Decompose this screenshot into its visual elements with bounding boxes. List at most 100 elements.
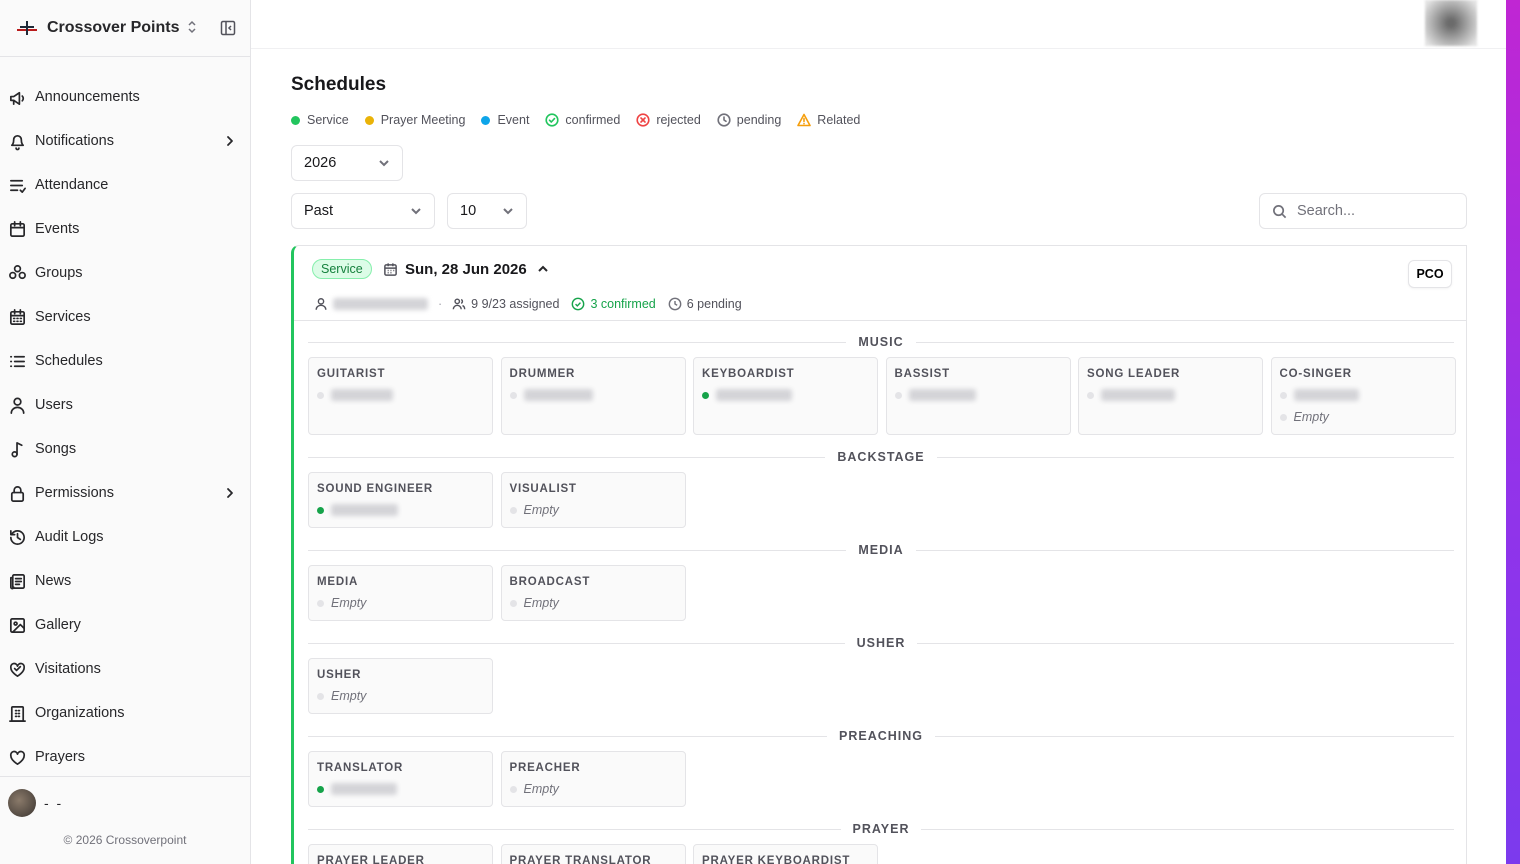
schedule-type-badge: Service bbox=[312, 259, 372, 279]
sidebar-item-organizations[interactable]: Organizations bbox=[0, 691, 250, 735]
assignee-name bbox=[523, 389, 593, 401]
sidebar-item-permissions[interactable]: Permissions bbox=[0, 471, 250, 515]
heart-handshake-icon bbox=[9, 662, 26, 677]
role-title: PREACHER bbox=[509, 762, 581, 774]
sidebar-item-label: Audit Logs bbox=[35, 529, 104, 545]
role-slot-pending[interactable] bbox=[509, 388, 677, 402]
calendar-days-icon bbox=[9, 308, 26, 325]
schedule-leader bbox=[333, 298, 428, 310]
slot-empty-label: Empty bbox=[523, 503, 559, 517]
user-icon bbox=[315, 298, 327, 310]
list-check-icon bbox=[9, 179, 26, 193]
role-card-keyboardist[interactable]: KEYBOARDIST bbox=[693, 357, 878, 435]
status-dot bbox=[1087, 391, 1094, 399]
role-slot-pending[interactable] bbox=[1087, 388, 1254, 402]
per-page-select[interactable]: 10 bbox=[447, 193, 527, 229]
sidebar-item-schedules[interactable]: Schedules bbox=[0, 339, 250, 383]
sidebar-item-gallery[interactable]: Gallery bbox=[0, 603, 250, 647]
role-card-song-leader[interactable]: SONG LEADER bbox=[1078, 357, 1263, 435]
sidebar-item-notifications[interactable]: Notifications bbox=[0, 119, 250, 163]
bell-icon bbox=[10, 134, 25, 150]
section-title: PRAYER bbox=[852, 822, 910, 836]
slot-empty-label: Empty bbox=[1293, 410, 1329, 424]
user-menu[interactable]: - - bbox=[0, 777, 250, 829]
role-card-preacher[interactable]: PREACHER Empty bbox=[500, 751, 686, 807]
sidebar-item-label: Attendance bbox=[35, 177, 109, 193]
status-dot bbox=[509, 506, 517, 514]
role-title: BROADCAST bbox=[509, 576, 591, 588]
sidebar-item-label: Schedules bbox=[35, 353, 103, 369]
sidebar-item-label: Announcements bbox=[35, 89, 140, 105]
role-card-co-singer[interactable]: CO-SINGER Empty bbox=[1270, 357, 1456, 435]
slot-empty-label: Empty bbox=[523, 782, 559, 796]
sidebar: Crossover Points Announcements Notificati… bbox=[0, 0, 251, 864]
profile-avatar[interactable] bbox=[1425, 0, 1477, 46]
role-card-bassist[interactable]: BASSIST bbox=[885, 357, 1071, 435]
sidebar-item-announcements[interactable]: Announcements bbox=[0, 75, 250, 119]
period-select[interactable]: Past bbox=[291, 193, 435, 229]
lock-icon bbox=[10, 485, 25, 502]
sidebar-item-events[interactable]: Events bbox=[0, 207, 250, 251]
role-slot-empty[interactable]: Empty bbox=[1279, 410, 1447, 424]
sidebar-item-attendance[interactable]: Attendance bbox=[0, 163, 250, 207]
sidebar-item-prayers[interactable]: Prayers bbox=[0, 735, 250, 779]
role-slot-confirmed[interactable] bbox=[317, 503, 484, 517]
pco-button[interactable]: PCO bbox=[1408, 260, 1452, 288]
sidebar-item-audit-logs[interactable]: Audit Logs bbox=[0, 515, 250, 559]
assigned-count: 9 9/23 assigned bbox=[471, 297, 560, 311]
sidebar-item-services[interactable]: Services bbox=[0, 295, 250, 339]
role-slot-pending[interactable] bbox=[1279, 388, 1447, 402]
schedule-card-header: Service Sun, 28 Jun 2026 PCO · 9 9/23 as… bbox=[294, 246, 1466, 321]
role-card-sound-engineer[interactable]: SOUND ENGINEER bbox=[308, 472, 493, 528]
assignee-name bbox=[716, 389, 792, 401]
role-card-guitarist[interactable]: GUITARIST bbox=[308, 357, 493, 435]
schedule-card: Service Sun, 28 Jun 2026 PCO · 9 9/23 as… bbox=[291, 245, 1467, 864]
status-dot bbox=[481, 115, 491, 125]
role-slot-empty[interactable]: Empty bbox=[509, 503, 677, 517]
role-title: SOUND ENGINEER bbox=[317, 483, 433, 495]
sidebar-item-news[interactable]: News bbox=[0, 559, 250, 603]
search-input[interactable]: Search... bbox=[1259, 193, 1467, 229]
meta-separator: · bbox=[438, 297, 443, 311]
role-card-media[interactable]: MEDIA Empty bbox=[308, 565, 493, 621]
role-card-drummer[interactable]: DRUMMER bbox=[500, 357, 686, 435]
status-dot bbox=[364, 115, 374, 125]
role-card-translator[interactable]: TRANSLATOR bbox=[308, 751, 493, 807]
sidebar-item-label: Songs bbox=[35, 441, 77, 457]
role-slot-pending[interactable] bbox=[894, 388, 1062, 402]
sidebar-item-groups[interactable]: Groups bbox=[0, 251, 250, 295]
role-card-prayer-keyboardist[interactable]: PRAYER KEYBOARDIST bbox=[693, 844, 878, 864]
role-slot-empty[interactable]: Empty bbox=[509, 596, 677, 610]
schedule-date-toggle[interactable]: Sun, 28 Jun 2026 bbox=[383, 259, 556, 279]
role-card-broadcast[interactable]: BROADCAST Empty bbox=[500, 565, 686, 621]
sidebar-footer: - - © 2026 Crossoverpoint bbox=[0, 776, 250, 847]
sidebar-item-visitations[interactable]: Visitations bbox=[0, 647, 250, 691]
year-select[interactable]: 2026 bbox=[291, 145, 403, 181]
org-switcher[interactable]: Crossover Points bbox=[0, 0, 250, 57]
role-card-prayer-translator[interactable]: PRAYER TRANSLATOR bbox=[500, 844, 686, 864]
legend-item-prayer-meeting: Prayer Meeting bbox=[364, 113, 465, 127]
clock-icon bbox=[717, 113, 731, 127]
role-card-prayer-leader[interactable]: PRAYER LEADER bbox=[308, 844, 493, 864]
history-icon bbox=[9, 529, 25, 545]
sidebar-collapse-icon[interactable] bbox=[220, 20, 236, 36]
legend-label: confirmed bbox=[565, 113, 621, 127]
sidebar-item-songs[interactable]: Songs bbox=[0, 427, 250, 471]
status-dot bbox=[1279, 391, 1287, 399]
role-card-visualist[interactable]: VISUALIST Empty bbox=[500, 472, 686, 528]
role-slot-confirmed[interactable] bbox=[702, 388, 869, 402]
slot-empty-label: Empty bbox=[331, 689, 367, 703]
crossover-logo-icon bbox=[17, 21, 37, 35]
role-title: PRAYER TRANSLATOR bbox=[509, 855, 652, 864]
period-select-value: Past bbox=[304, 203, 334, 219]
role-slot-confirmed[interactable] bbox=[317, 782, 484, 796]
section-label-usher: USHER bbox=[308, 636, 1454, 650]
role-slot-empty[interactable]: Empty bbox=[509, 782, 677, 796]
role-slot-empty[interactable]: Empty bbox=[317, 689, 484, 703]
avatar bbox=[8, 789, 36, 817]
status-dot bbox=[894, 391, 902, 399]
role-card-usher[interactable]: USHER Empty bbox=[308, 658, 493, 714]
role-slot-empty[interactable]: Empty bbox=[317, 596, 484, 610]
role-slot-pending[interactable] bbox=[317, 388, 484, 402]
sidebar-item-users[interactable]: Users bbox=[0, 383, 250, 427]
